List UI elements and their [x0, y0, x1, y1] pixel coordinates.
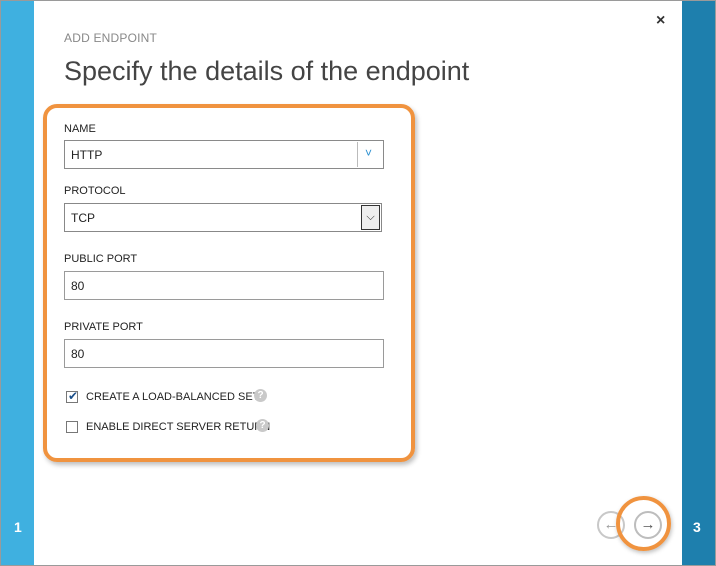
- help-icon[interactable]: ?: [254, 389, 267, 402]
- protocol-value: TCP: [71, 211, 95, 225]
- public-port-value: 80: [71, 279, 85, 293]
- add-endpoint-wizard: 1 3 × ADD ENDPOINT Specify the details o…: [0, 0, 716, 566]
- step-rail-next[interactable]: 3: [682, 1, 715, 565]
- protocol-select[interactable]: TCP ⌵: [64, 203, 382, 232]
- name-combobox[interactable]: HTTP ˅: [64, 140, 384, 169]
- next-step-number: 3: [693, 519, 701, 535]
- checkmark-icon: ✔: [68, 389, 79, 403]
- combobox-divider: [357, 142, 358, 167]
- public-port-label: PUBLIC PORT: [64, 253, 138, 265]
- close-icon[interactable]: ×: [656, 13, 665, 29]
- current-step-number: 1: [14, 519, 22, 535]
- chevron-down-icon[interactable]: ˅: [365, 146, 372, 160]
- chevron-down-icon[interactable]: ⌵: [361, 205, 380, 230]
- private-port-input[interactable]: 80: [64, 339, 384, 368]
- direct-return-label: ENABLE DIRECT SERVER RETURN: [86, 421, 271, 433]
- private-port-label: PRIVATE PORT: [64, 321, 143, 333]
- step-rail-current: 1: [1, 1, 34, 565]
- private-port-value: 80: [71, 347, 85, 361]
- name-value: HTTP: [71, 148, 103, 162]
- public-port-input[interactable]: 80: [64, 271, 384, 300]
- direct-return-checkbox[interactable]: [66, 421, 78, 433]
- help-icon[interactable]: ?: [256, 419, 269, 432]
- next-button-highlight: [616, 496, 671, 551]
- wizard-subtitle: ADD ENDPOINT: [64, 31, 158, 45]
- load-balanced-label: CREATE A LOAD-BALANCED SET: [86, 391, 260, 403]
- name-label: NAME: [64, 123, 96, 135]
- load-balanced-checkbox[interactable]: ✔: [66, 389, 79, 403]
- page-title: Specify the details of the endpoint: [64, 56, 470, 86]
- protocol-label: PROTOCOL: [64, 185, 126, 197]
